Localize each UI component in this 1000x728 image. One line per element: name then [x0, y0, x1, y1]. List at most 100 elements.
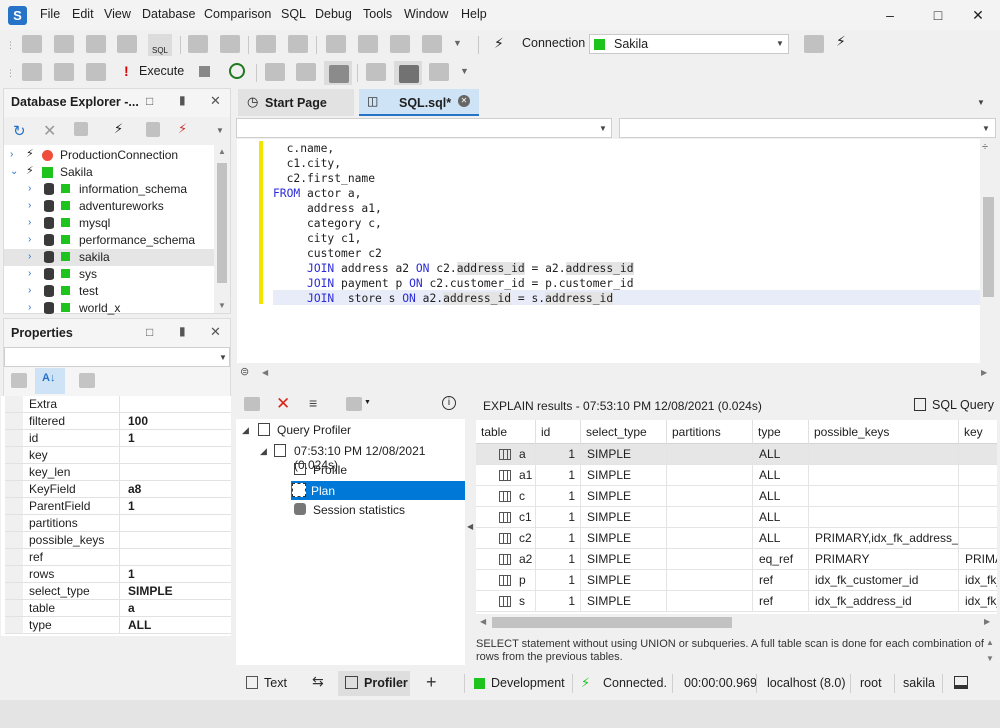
table-cell[interactable]: SIMPLE	[581, 507, 667, 528]
table-cell[interactable]: 1	[536, 444, 581, 465]
tree-database[interactable]: › world_x	[4, 300, 214, 317]
minimize-icon[interactable]: –	[880, 6, 900, 24]
layout-icon[interactable]	[366, 63, 386, 81]
uncomment-icon[interactable]	[220, 35, 240, 53]
split-icon[interactable]: ÷	[982, 141, 988, 153]
property-row[interactable]: key	[5, 447, 231, 464]
profiler-item-plan-selected[interactable]: Plan	[291, 481, 465, 500]
prev-bookmark-icon[interactable]	[390, 35, 410, 53]
tab-start-page[interactable]: ◷ Start Page	[238, 89, 354, 116]
column-header[interactable]: key	[959, 420, 997, 444]
column-header[interactable]: table	[476, 420, 536, 444]
chevron-icon[interactable]: ›	[28, 302, 31, 313]
table-cell[interactable]: 1	[536, 570, 581, 591]
float-icon[interactable]: □	[146, 325, 153, 339]
table-cell[interactable]: SIMPLE	[581, 549, 667, 570]
table-cell[interactable]	[809, 465, 959, 486]
chevron-down-icon[interactable]: ▼	[460, 66, 469, 76]
float-icon[interactable]: □	[146, 94, 153, 108]
clear-bookmarks-icon[interactable]	[422, 35, 442, 53]
profiler-root[interactable]: Query Profiler	[277, 423, 351, 437]
execute-button[interactable]: Execute	[139, 64, 184, 78]
settings-icon[interactable]	[429, 63, 449, 81]
row-header[interactable]	[476, 486, 495, 507]
chevron-down-icon[interactable]: ▼	[453, 38, 462, 48]
column-header[interactable]: select_type	[581, 420, 667, 444]
table-cell[interactable]: ALL	[753, 507, 809, 528]
table-cell[interactable]: SIMPLE	[581, 528, 667, 549]
description-scrollbar[interactable]: ▲ ▼	[984, 638, 997, 666]
connect-icon[interactable]	[804, 35, 824, 53]
object-selector[interactable]: ▼	[4, 347, 230, 367]
export-icon[interactable]	[296, 63, 316, 81]
close-tab-icon[interactable]: ✕	[458, 95, 470, 107]
table-cell[interactable]: idx_fk_address_id	[809, 591, 959, 612]
scroll-left-icon[interactable]: ◀	[262, 368, 268, 377]
editor-hscrollbar[interactable]: ⊜ ◀ ▶	[237, 363, 997, 383]
row-header[interactable]	[476, 444, 495, 465]
menu-item-view[interactable]: View	[104, 7, 131, 21]
table-cell[interactable]: ALL	[753, 465, 809, 486]
sql-editor[interactable]: c.name, c1.city, c2.first_name FROM actor…	[237, 139, 980, 363]
tree-database[interactable]: › adventureworks	[4, 198, 214, 215]
property-row[interactable]: table a	[5, 600, 231, 617]
table-cell[interactable]: 1	[536, 549, 581, 570]
database-refresh-icon[interactable]	[54, 63, 74, 81]
menu-item-help[interactable]: Help	[461, 7, 487, 21]
close-panel-icon[interactable]: ✕	[210, 324, 221, 340]
row-header[interactable]	[476, 528, 495, 549]
profiler-toggle[interactable]	[324, 61, 352, 85]
table-cell[interactable]: ALL	[753, 528, 809, 549]
chevron-icon[interactable]: ›	[28, 285, 31, 296]
new-connection-icon[interactable]: ⚡	[114, 121, 123, 137]
table-cell[interactable]	[809, 444, 959, 465]
property-row[interactable]: ParentField 1	[5, 498, 231, 515]
refresh-icon[interactable]: ↻	[13, 122, 26, 140]
compare-icon[interactable]: ≡	[309, 395, 317, 411]
chevron-down-icon[interactable]: ▼	[977, 98, 985, 107]
property-row[interactable]: partitions	[5, 515, 231, 532]
chevron-icon[interactable]: ›	[28, 200, 31, 211]
table-cell[interactable]	[667, 444, 753, 465]
tree-database[interactable]: › mysql	[4, 215, 214, 232]
property-row[interactable]: rows 1	[5, 566, 231, 583]
scroll-down-icon[interactable]: ▼	[218, 301, 226, 310]
sql-query-button[interactable]: SQL Query	[932, 398, 994, 412]
menu-item-sql[interactable]: SQL	[281, 7, 306, 21]
table-cell[interactable]: SIMPLE	[581, 486, 667, 507]
scroll-up-icon[interactable]: ▲	[218, 147, 226, 156]
property-row[interactable]: type ALL	[5, 617, 231, 634]
table-cell[interactable]: PRIMARY	[809, 549, 959, 570]
new-profile-icon[interactable]	[244, 397, 260, 411]
table-cell[interactable]: 1	[536, 486, 581, 507]
property-row[interactable]: select_type SIMPLE	[5, 583, 231, 600]
explain-hscrollbar[interactable]: ◀ ▶	[476, 614, 997, 631]
table-cell[interactable]: SIMPLE	[581, 465, 667, 486]
property-row[interactable]: ref	[5, 549, 231, 566]
menu-item-window[interactable]: Window	[404, 7, 448, 21]
connection-select[interactable]: Sakila ▼	[589, 34, 789, 54]
refresh-icon[interactable]	[229, 63, 245, 79]
tree-database[interactable]: › performance_schema	[4, 232, 214, 249]
view-icon[interactable]	[346, 397, 362, 411]
disconnect-icon[interactable]: ⚡	[178, 121, 187, 137]
database-sync-icon[interactable]	[86, 63, 106, 81]
chevron-down-icon[interactable]: ◢	[242, 425, 249, 436]
row-header[interactable]	[476, 591, 495, 612]
wrap-icon[interactable]	[54, 35, 74, 53]
table-cell[interactable]	[959, 444, 997, 465]
row-header[interactable]	[476, 570, 495, 591]
sql-format-icon[interactable]: SQL	[148, 34, 172, 56]
scroll-right-icon[interactable]: ▶	[981, 368, 987, 377]
case-icon[interactable]	[117, 35, 137, 53]
split-horizontal-icon[interactable]: ⊜	[240, 365, 249, 378]
table-cell[interactable]: PRIMA	[959, 549, 997, 570]
tree-database[interactable]: › sys	[4, 266, 214, 283]
chevron-icon[interactable]: ›	[10, 149, 13, 160]
bookmark-icon[interactable]	[326, 35, 346, 53]
property-row[interactable]: possible_keys	[5, 532, 231, 549]
editor-vscrollbar[interactable]: ÷	[980, 139, 997, 363]
maximize-icon[interactable]: □	[928, 6, 948, 24]
next-bookmark-icon[interactable]	[358, 35, 378, 53]
menu-item-database[interactable]: Database	[142, 7, 196, 21]
